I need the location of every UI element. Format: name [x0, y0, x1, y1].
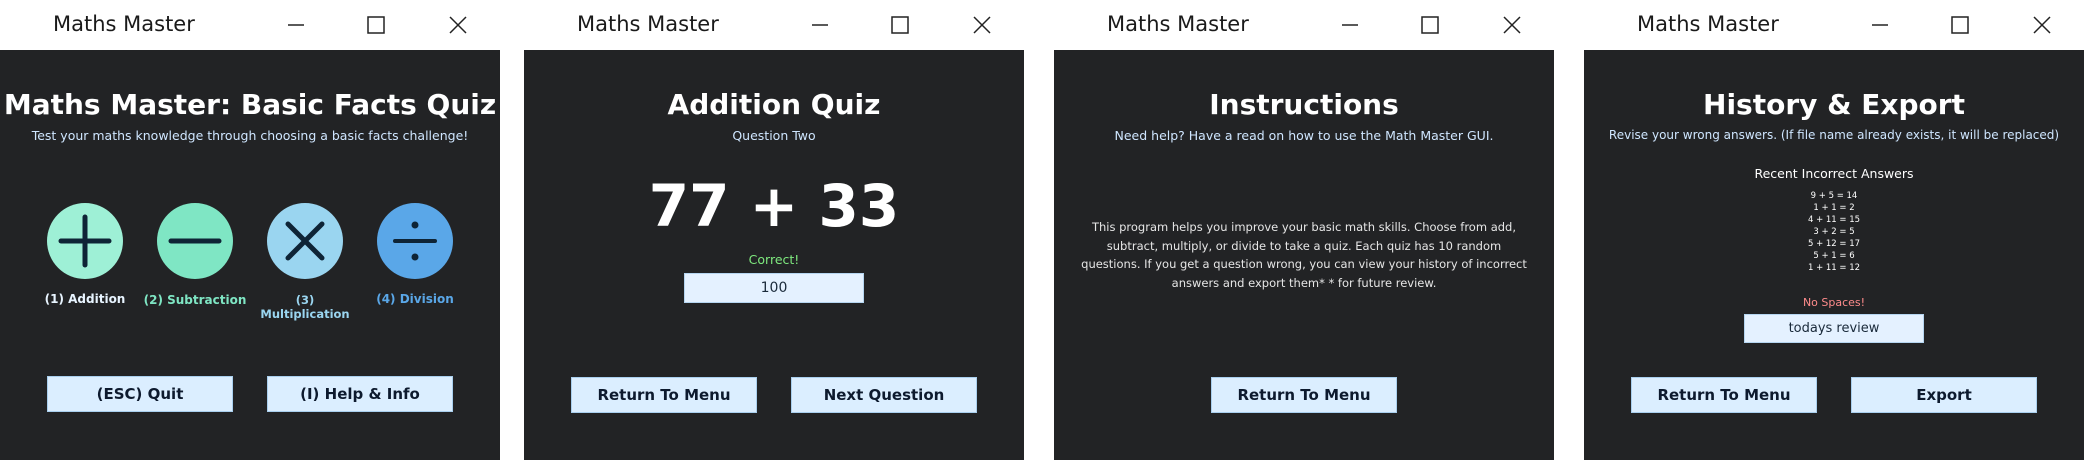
- quit-button[interactable]: (ESC) Quit: [47, 376, 233, 412]
- division-button[interactable]: [377, 203, 453, 279]
- addition-button[interactable]: [47, 203, 123, 279]
- title-bar: Maths Master: [0, 0, 500, 50]
- list-item: 5 + 1 = 6: [1813, 251, 1855, 261]
- maximize-icon[interactable]: [363, 12, 389, 38]
- quiz-body: Addition Quiz Question Two 77 + 33 Corre…: [524, 50, 1024, 460]
- minimize-icon[interactable]: [1337, 12, 1363, 38]
- title-bar: Maths Master: [1584, 0, 2084, 50]
- page-title: Maths Master: Basic Facts Quiz: [3, 88, 497, 121]
- list-item: 4 + 11 = 15: [1807, 215, 1861, 225]
- times-icon: [285, 221, 325, 261]
- filename-input[interactable]: todays review: [1744, 314, 1924, 343]
- instructions-line: subtract, multiply, or divide to take a …: [1106, 238, 1502, 253]
- instructions-window: Maths Master Instructions Need help? Hav…: [1054, 0, 1554, 460]
- minimize-icon[interactable]: [807, 12, 833, 38]
- maximize-icon[interactable]: [1947, 12, 1973, 38]
- divide-icon: [393, 221, 437, 261]
- maximize-icon[interactable]: [1417, 12, 1443, 38]
- incorrect-answers-list: 9 + 5 = 14 1 + 1 = 2 4 + 11 = 15 3 + 2 =…: [1734, 190, 1934, 274]
- help-button[interactable]: (I) Help & Info: [267, 376, 453, 412]
- export-button[interactable]: Export: [1851, 377, 2037, 413]
- instructions-body: Instructions Need help? Have a read on h…: [1054, 50, 1554, 460]
- return-to-menu-button[interactable]: Return To Menu: [571, 377, 757, 413]
- close-icon[interactable]: [969, 12, 995, 38]
- window-title: Maths Master: [577, 12, 719, 36]
- division-label: (4) Division: [376, 292, 454, 306]
- title-bar: Maths Master: [524, 0, 1024, 50]
- close-icon[interactable]: [1499, 12, 1525, 38]
- question-expression: 77 + 33: [648, 172, 900, 240]
- minus-icon: [168, 238, 222, 244]
- page-title: History & Export: [1703, 88, 1965, 121]
- next-question-button[interactable]: Next Question: [791, 377, 977, 413]
- list-item: 5 + 12 = 17: [1807, 239, 1861, 249]
- close-icon[interactable]: [445, 12, 471, 38]
- list-item: 9 + 5 = 14: [1810, 191, 1858, 201]
- title-bar: Maths Master: [1054, 0, 1554, 50]
- instructions-line: answers and export them* * for future re…: [1171, 275, 1437, 290]
- page-title: Instructions: [1209, 88, 1399, 121]
- page-title: Addition Quiz: [667, 88, 881, 121]
- addition-label: (1) Addition: [44, 292, 126, 306]
- list-item: 1 + 1 = 2: [1813, 203, 1855, 213]
- instructions-text: This program helps you improve your basi…: [1074, 218, 1534, 292]
- page-subtitle: Revise your wrong answers. (If file name…: [1608, 128, 2060, 142]
- return-to-menu-button[interactable]: Return To Menu: [1631, 377, 1817, 413]
- answer-input[interactable]: 100: [684, 273, 864, 303]
- return-to-menu-button[interactable]: Return To Menu: [1211, 377, 1397, 413]
- history-body: History & Export Revise your wrong answe…: [1584, 50, 2084, 460]
- plus-icon: [58, 214, 112, 268]
- multiplication-label: (3) Multiplication: [260, 293, 350, 321]
- menu-window: Maths Master Maths Master: Basic Facts Q…: [0, 0, 500, 460]
- question-number: Question Two: [732, 128, 816, 143]
- history-heading: Recent Incorrect Answers: [1754, 166, 1914, 181]
- instructions-line: This program helps you improve your basi…: [1091, 220, 1517, 234]
- list-item: 3 + 2 = 5: [1813, 227, 1855, 237]
- instructions-line: questions. If you get a question wrong, …: [1081, 257, 1527, 271]
- subtraction-label: (2) Subtraction: [143, 293, 247, 307]
- list-item: 1 + 11 = 12: [1807, 263, 1861, 273]
- quiz-window: Maths Master Addition Quiz Question Two …: [524, 0, 1024, 460]
- feedback-text: Correct!: [748, 252, 800, 267]
- page-subtitle: Need help? Have a read on how to use the…: [1114, 128, 1494, 143]
- close-icon[interactable]: [2029, 12, 2055, 38]
- page-subtitle: Test your maths knowledge through choosi…: [31, 128, 469, 143]
- minimize-icon[interactable]: [283, 12, 309, 38]
- minimize-icon[interactable]: [1867, 12, 1893, 38]
- maximize-icon[interactable]: [887, 12, 913, 38]
- subtraction-button[interactable]: [157, 203, 233, 279]
- error-text: No Spaces!: [1802, 296, 1866, 309]
- window-title: Maths Master: [53, 12, 195, 36]
- window-title: Maths Master: [1107, 12, 1249, 36]
- window-title: Maths Master: [1637, 12, 1779, 36]
- history-window: Maths Master History & Export Revise you…: [1584, 0, 2084, 460]
- menu-body: Maths Master: Basic Facts Quiz Test your…: [0, 50, 500, 460]
- multiplication-button[interactable]: [267, 203, 343, 279]
